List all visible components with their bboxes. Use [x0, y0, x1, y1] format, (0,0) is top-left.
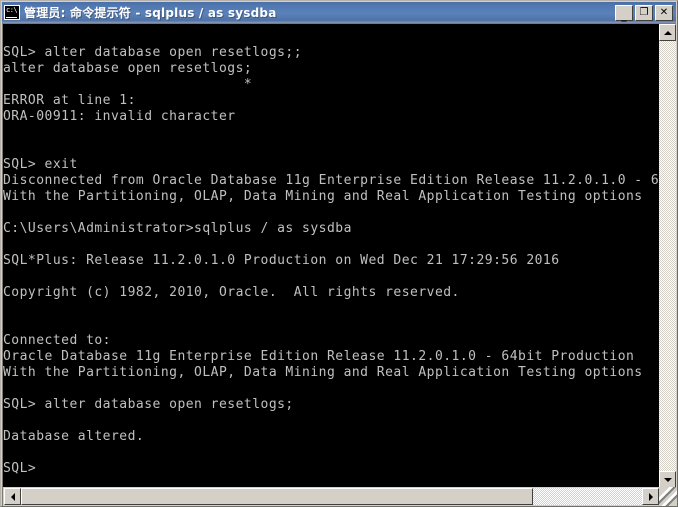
console-line: Disconnected from Oracle Database 11g En… — [3, 173, 658, 188]
console-text: SQL> alter database open resetlogs;; alte… — [3, 29, 658, 477]
vertical-scroll-track[interactable] — [659, 41, 676, 471]
console-screen[interactable]: SQL> alter database open resetlogs;; alte… — [3, 24, 658, 488]
triangle-up-icon — [663, 30, 672, 35]
console-line: Database altered. — [3, 429, 145, 444]
console-line: * — [3, 77, 253, 92]
console-line: SQL> alter database open resetlogs;; — [3, 45, 303, 60]
console-line: alter database open resetlogs; — [3, 61, 253, 76]
console-line: SQL*Plus: Release 11.2.0.1.0 Production … — [3, 253, 560, 268]
horizontal-scrollbar[interactable] — [3, 487, 677, 506]
title-bar[interactable]: 管理员: 命令提示符 - sqlplus / as sysdba _ ❐ ✕ — [2, 2, 676, 23]
console-line: SQL> — [3, 461, 45, 476]
close-icon: ✕ — [659, 6, 669, 18]
console-line: SQL> exit — [3, 157, 78, 172]
console-line: With the Partitioning, OLAP, Data Mining… — [3, 189, 643, 204]
console-window: 管理员: 命令提示符 - sqlplus / as sysdba _ ❐ ✕ S… — [0, 0, 678, 507]
scroll-left-button[interactable] — [4, 488, 21, 505]
resize-grip[interactable] — [659, 487, 677, 506]
minimize-icon: _ — [621, 8, 627, 22]
scroll-up-button[interactable] — [659, 24, 676, 41]
console-line: With the Partitioning, OLAP, Data Mining… — [3, 365, 643, 380]
scroll-down-button[interactable] — [659, 471, 676, 488]
maximize-button[interactable]: ❐ — [635, 4, 653, 21]
caption-buttons: _ ❐ ✕ — [615, 4, 673, 22]
console-line: C:\Users\Administrator>sqlplus / as sysd… — [3, 221, 352, 236]
console-line: Copyright (c) 1982, 2010, Oracle. All ri… — [3, 285, 460, 300]
vertical-scrollbar[interactable] — [659, 24, 676, 488]
horizontal-scroll-thumb[interactable] — [21, 488, 533, 505]
scroll-right-button[interactable] — [642, 488, 659, 505]
console-line: ERROR at line 1: — [3, 93, 136, 108]
console-line: Connected to: — [3, 333, 111, 348]
triangle-down-icon — [663, 477, 672, 482]
cmd-console-icon — [4, 5, 20, 20]
console-line: ORA-00911: invalid character — [3, 109, 236, 124]
triangle-left-icon — [10, 492, 15, 501]
console-client-area: SQL> alter database open resetlogs;; alte… — [2, 23, 677, 506]
minimize-button[interactable]: _ — [615, 4, 633, 22]
close-button[interactable]: ✕ — [655, 4, 673, 21]
window-title: 管理员: 命令提示符 - sqlplus / as sysdba — [24, 6, 277, 20]
console-line: SQL> alter database open resetlogs; — [3, 397, 294, 412]
maximize-icon: ❐ — [639, 6, 649, 18]
console-line: Oracle Database 11g Enterprise Edition R… — [3, 349, 635, 364]
triangle-right-icon — [648, 492, 653, 501]
